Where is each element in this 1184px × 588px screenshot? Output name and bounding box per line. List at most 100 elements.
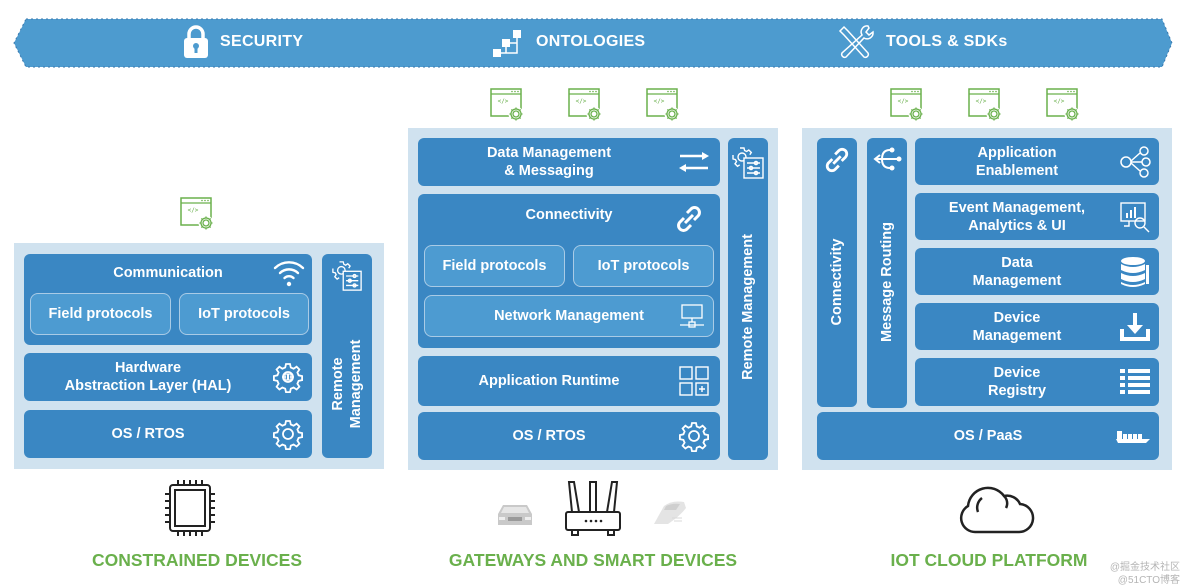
line2: Analytics & UI	[968, 217, 1066, 234]
cloud-icon	[959, 486, 1035, 534]
share-nodes-icon	[1120, 145, 1151, 178]
cloud-platform-panel: Connectivity Message Routing Application…	[802, 128, 1172, 470]
application-runtime-block: Application Runtime	[418, 356, 720, 406]
link-icon	[677, 206, 701, 232]
banner-label: ONTOLOGIES	[536, 33, 646, 50]
remote-line1: Remote	[330, 357, 346, 411]
line2: Management	[972, 272, 1062, 289]
os-rtos-block: OS / RTOS	[418, 412, 720, 460]
data-management-block: Data Management	[915, 248, 1159, 295]
communication-block: Communication Field protocols IoT protoc…	[24, 254, 312, 345]
line2: Enablement	[975, 162, 1059, 179]
app-icon	[968, 88, 1004, 124]
remote-settings-icon	[331, 260, 363, 292]
hal-block: Hardware Abstraction Layer (HAL)	[24, 353, 312, 401]
os-paas-block: OS / PaaS	[817, 412, 1159, 460]
ship-icon	[1116, 431, 1150, 443]
banner-item-tools: TOOLS & SDKs	[838, 22, 1008, 62]
database-icon	[1121, 256, 1149, 287]
stack-label: Device Management	[915, 309, 1119, 345]
iot-protocols-box: IoT protocols	[179, 293, 309, 335]
routing-icon	[873, 147, 902, 171]
app-icon	[1046, 88, 1082, 124]
tools-icon	[838, 25, 874, 59]
link-icon	[825, 147, 849, 173]
network-management-label: Network Management	[494, 308, 644, 324]
app-icon	[568, 88, 604, 124]
message-routing-label: Message Routing	[879, 221, 895, 343]
connectivity-block: Connectivity	[817, 138, 857, 407]
stack-label: Event Management, Analytics & UI	[915, 199, 1119, 235]
iot-protocols-box: IoT protocols	[573, 245, 714, 287]
network-management-box: Network Management	[424, 295, 714, 337]
stack-label: Device Registry	[915, 364, 1119, 400]
banner-label: SECURITY	[220, 33, 304, 50]
runtime-label: Application Runtime	[478, 373, 620, 389]
download-icon	[1120, 312, 1150, 341]
train-icon	[654, 501, 686, 524]
arrows-exchange-icon	[679, 152, 709, 172]
device-registry-block: Device Registry	[915, 358, 1159, 406]
app-icon	[890, 88, 926, 124]
data-management-label: Data Management & Messaging	[418, 144, 680, 180]
remote-management-block: Remote Management	[322, 254, 372, 458]
line1: Data	[1001, 254, 1033, 271]
remote-line2: Management	[348, 339, 364, 429]
watermark-line1: @掘金技术社区	[1109, 562, 1180, 573]
event-management-block: Event Management, Analytics & UI	[915, 193, 1159, 240]
app-icon	[646, 88, 682, 124]
line1: Device	[993, 309, 1041, 326]
car-icon	[498, 505, 532, 525]
cloud-platform-caption: IOT CLOUD PLATFORM	[890, 550, 1088, 570]
remote-settings-icon	[731, 146, 765, 180]
remote-management-block: Remote Management	[728, 138, 768, 460]
os-label: OS / RTOS	[512, 428, 586, 444]
field-protocols-box: Field protocols	[30, 293, 171, 335]
os-rtos-block: OS / RTOS	[24, 410, 312, 458]
field-protocols-box: Field protocols	[424, 245, 565, 287]
chip-icon	[165, 480, 215, 536]
hal-line1: Hardware	[114, 360, 182, 376]
watermark-line2: @51CTO博客	[1117, 575, 1180, 586]
router-icon	[565, 481, 621, 536]
wifi-icon	[273, 261, 305, 287]
line1: Device	[993, 365, 1041, 381]
app-icon	[180, 197, 216, 233]
app-grid-icon	[679, 366, 709, 396]
device-management-block: Device Management	[915, 303, 1159, 350]
banner-label: TOOLS & SDKs	[886, 33, 1008, 50]
app-icon	[490, 88, 526, 124]
stack-label: Data Management	[915, 254, 1119, 290]
line1: Event Management,	[948, 199, 1086, 216]
line2: Registry	[987, 383, 1047, 399]
communication-label: Communication	[113, 265, 223, 281]
hal-label: Hardware Abstraction Layer (HAL)	[24, 359, 272, 395]
gateways-panel: Data Management & Messaging Connectivity…	[408, 128, 778, 470]
remote-management-label: Remote Management	[740, 234, 756, 380]
gear-icon	[678, 420, 710, 452]
stack-label: Application Enablement	[915, 144, 1119, 180]
hal-gear-icon	[272, 361, 304, 393]
constrained-devices-caption: CONSTRAINED DEVICES	[91, 550, 303, 570]
watermark: @掘金技术社区 @51CTO博客	[1094, 561, 1180, 587]
gateways-caption: GATEWAYS AND SMART DEVICES	[448, 550, 738, 570]
dm-line2: & Messaging	[504, 163, 594, 179]
dm-line1: Data Management	[486, 145, 612, 161]
hierarchy-icon	[493, 30, 521, 57]
constrained-devices-panel: Communication Field protocols IoT protoc…	[14, 243, 384, 469]
line1: Application	[977, 144, 1057, 161]
network-icon	[680, 304, 704, 328]
lock-icon	[184, 25, 208, 58]
banner-item-security: SECURITY	[182, 22, 303, 62]
banner-item-ontologies: ONTOLOGIES	[492, 22, 645, 62]
line2: Management	[972, 327, 1062, 344]
data-management-messaging-block: Data Management & Messaging	[418, 138, 720, 186]
analytics-icon	[1120, 201, 1150, 232]
hal-line2: Abstraction Layer (HAL)	[64, 378, 232, 394]
message-routing-block: Message Routing	[867, 138, 907, 408]
connectivity-block: Connectivity Field protocols IoT protoco…	[418, 194, 720, 348]
gear-icon	[272, 418, 304, 450]
connectivity-label: Connectivity	[829, 238, 845, 326]
remote-management-label: Remote Management	[329, 314, 365, 454]
list-icon	[1120, 369, 1150, 394]
